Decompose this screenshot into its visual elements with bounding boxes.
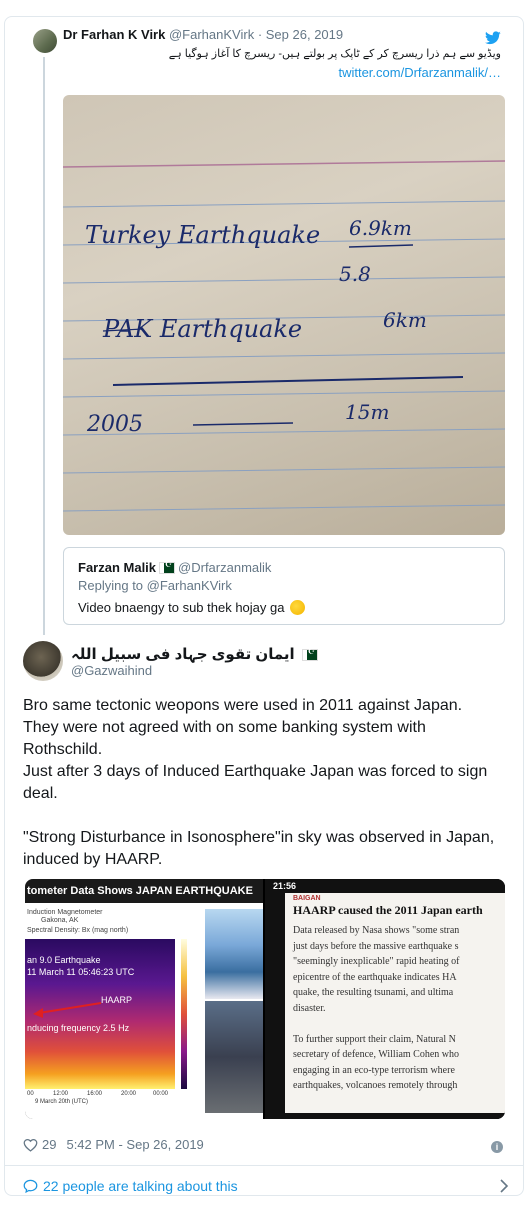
main-tweet-text: Bro same tectonic weopons were used in 2…: [23, 695, 513, 871]
article-title: HAARP caused the 2011 Japan earth: [293, 903, 483, 917]
info-icon[interactable]: i: [491, 1141, 503, 1153]
axis-date: 9 March 20th (UTC): [35, 1099, 89, 1105]
axis-tick: 16:00: [87, 1091, 103, 1097]
article-line: To further support their claim, Natural …: [293, 1033, 456, 1045]
article-line: Data released by Nasa shows "some stran: [293, 925, 460, 936]
note-line-4-value: 15m: [345, 400, 389, 424]
sea-cliff-photo: [205, 909, 263, 999]
media-left-meta: Induction Magnetometer: [27, 909, 103, 916]
text-line: "Strong Disturbance in Isonosphere"in sk…: [23, 829, 495, 846]
replying-to-label[interactable]: Replying to @FarhanKVirk: [78, 578, 232, 593]
media-right-image[interactable]: 21:56 BAIGAN HAARP caused the 2011 Japan…: [265, 879, 505, 1119]
parent-tweet-date[interactable]: Sep 26, 2019: [266, 27, 343, 42]
note-line-2-value: 5.8: [339, 262, 371, 286]
phone-status-time: 21:56: [273, 881, 297, 891]
quoted-tweet[interactable]: Farzan Malik @Drfarzanmalik Replying to @…: [63, 547, 505, 625]
note-line-1-value: 6.9km: [349, 216, 412, 240]
arrow-icon: [33, 1002, 102, 1018]
speech-bubble-icon: [23, 1179, 38, 1193]
article-line: quake, the resulting tsunami, and ultima: [293, 987, 454, 998]
thinking-face-icon: [290, 600, 306, 615]
main-author-avatar[interactable]: [23, 641, 63, 681]
article-line: engaging in an eco-type terrorism where: [293, 1064, 455, 1076]
note-line-3-value: 6km: [383, 308, 427, 332]
antenna-array-photo: [205, 1001, 263, 1113]
axis-tick: 00: [27, 1091, 34, 1097]
article-line: earthquakes, volcanoes remotely through: [293, 1080, 458, 1091]
article-line: secretary of defence, William Cohen who: [293, 1049, 460, 1060]
chevron-right-icon: [500, 1179, 509, 1193]
article-line: just days before the massive earthquake …: [293, 940, 459, 952]
axis-tick: 12:00: [53, 1091, 69, 1097]
quoted-author-handle: @Drfarzanmalik: [178, 560, 272, 575]
axis-tick: 00:00: [153, 1091, 169, 1097]
handwritten-note-photo[interactable]: Turkey Earthquake 6.9km 5.8 PAK Earthqua…: [63, 95, 505, 535]
conversation-link[interactable]: 22 people are talking about this: [23, 1177, 513, 1197]
text-line: Bro same tectonic weopons were used in 2…: [23, 697, 463, 714]
media-left-meta: Gakona, AK: [41, 917, 79, 924]
haarp-label: HAARP: [101, 995, 133, 1005]
text-line: Just after 3 days of Induced Earthquake …: [23, 763, 488, 780]
main-author-name: ایمان تقوی جہاد فی سبیل اللہ: [71, 646, 295, 663]
article-line: [293, 1016, 505, 1032]
article-line: "seemingly inexplicable" rapid heating o…: [293, 956, 460, 967]
text-line: Rothschild.: [23, 741, 103, 758]
footer-divider: [5, 1165, 523, 1166]
media-left-title: tometer Data Shows JAPAN EARTHQUAKE: [25, 879, 263, 903]
text-line: induced by HAARP.: [23, 851, 163, 868]
note-lines: Turkey Earthquake 6.9km 5.8 PAK Earthqua…: [63, 160, 505, 512]
note-line-1-label: Turkey Earthquake: [85, 221, 320, 249]
media-left-meta: Spectral Density: Bx (mag north): [27, 927, 129, 934]
text-line: They were not agreed with on some bankin…: [23, 719, 426, 736]
note-line-4-label: 2005: [86, 412, 143, 437]
twitter-bird-icon[interactable]: [485, 31, 501, 45]
heart-icon[interactable]: [23, 1138, 38, 1152]
parent-tweet-header: Dr Farhan K Virk @FarhanKVirk · Sep 26, …: [63, 27, 343, 42]
spectrogram-label: an 9.0 Earthquake: [27, 955, 101, 965]
parent-avatar[interactable]: [33, 29, 57, 53]
parent-author-name[interactable]: Dr Farhan K Virk: [63, 27, 165, 42]
conversation-count: 22 people are talking about this: [43, 1178, 238, 1194]
parent-tweet-text: ویڈیو سے ہم ذرا ریسرچ کر کے ٹاپک پر بولت…: [168, 48, 501, 60]
article-badge: BAIGAN: [293, 895, 321, 902]
separator-dot: ·: [254, 27, 266, 42]
note-line-3-label: PAK Earthquake: [102, 315, 302, 343]
article-screenshot: BAIGAN HAARP caused the 2011 Japan earth…: [285, 893, 505, 1113]
article-line: disaster.: [293, 1002, 326, 1014]
embedded-tweet-card: Dr Farhan K Virk @FarhanKVirk · Sep 26, …: [4, 16, 524, 1196]
spectrogram-label: 11 March 11 05:46:23 UTC: [27, 967, 135, 977]
quoted-tweet-text: Video bnaengy to sub thek hojay ga: [78, 600, 306, 615]
tweet-timestamp[interactable]: 5:42 PM - Sep 26, 2019: [66, 1137, 203, 1152]
axis-tick: 20:00: [121, 1091, 137, 1097]
text-line: deal.: [23, 785, 58, 802]
main-author-handle[interactable]: @Gazwaihind: [71, 663, 152, 678]
pakistan-flag-icon: [159, 560, 176, 574]
text-line: [23, 805, 513, 827]
thread-connector-line: [43, 57, 45, 635]
frequency-label: nducing frequency 2.5 Hz: [27, 1023, 130, 1033]
pakistan-flag-icon: [301, 647, 318, 661]
parent-author-handle[interactable]: @FarhanKVirk: [169, 27, 254, 42]
article-line: epicentre of the earthquake indicates HA: [293, 971, 457, 983]
spectrogram-colorbar: [181, 939, 187, 1089]
main-author-name-row[interactable]: ایمان تقوی جہاد فی سبیل اللہ: [71, 645, 321, 663]
quoted-author[interactable]: Farzan Malik @Drfarzanmalik: [78, 560, 271, 575]
quoted-text-body: Video bnaengy to sub thek hojay ga: [78, 600, 285, 615]
media-left-image[interactable]: tometer Data Shows JAPAN EARTHQUAKE Indu…: [25, 879, 263, 1119]
article-body: Data released by Nasa shows "some stran …: [293, 923, 505, 1094]
tweet-footer: 29 5:42 PM - Sep 26, 2019: [23, 1137, 204, 1152]
tweet-media[interactable]: tometer Data Shows JAPAN EARTHQUAKE Indu…: [25, 879, 505, 1119]
parent-tweet-link[interactable]: twitter.com/Drfarzanmalik/…: [338, 65, 501, 80]
quoted-author-name: Farzan Malik: [78, 560, 157, 575]
like-count[interactable]: 29: [42, 1137, 56, 1152]
